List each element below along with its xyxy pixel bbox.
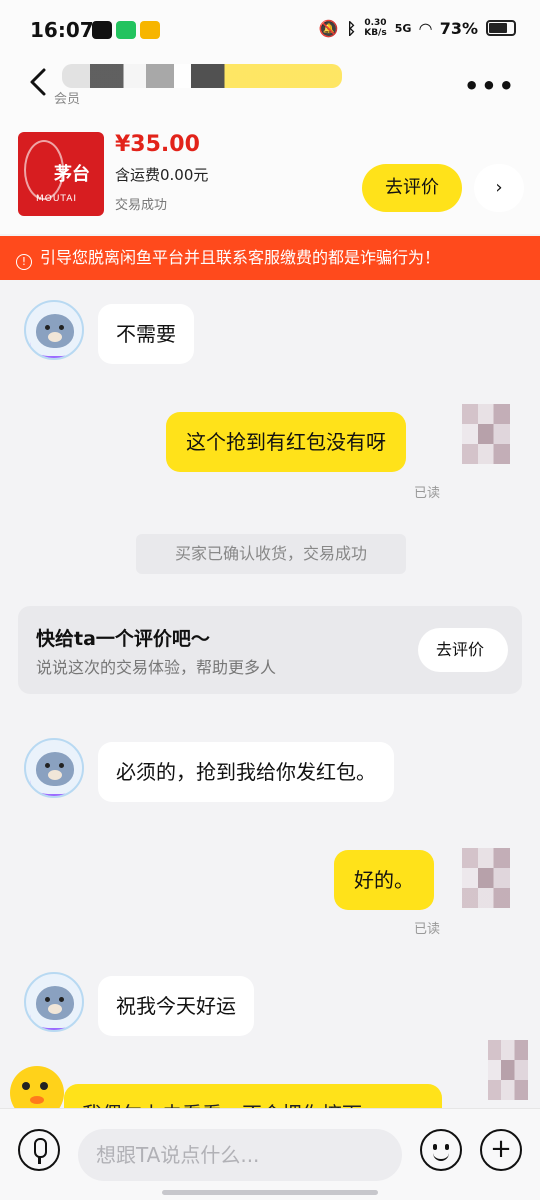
review-card-button[interactable]: 去评价 [418,628,508,672]
bluetooth-icon: ᛒ [346,18,357,38]
side-action-button[interactable]: › [474,164,524,212]
chat-header: 会员 ••• [0,58,540,116]
more-options-icon[interactable]: ••• [464,72,516,100]
app-notification-icon [140,21,160,39]
qq-icon [92,21,112,39]
voice-input-icon[interactable] [18,1129,60,1171]
message-input[interactable] [78,1129,402,1181]
status-time: 16:07 [30,18,94,42]
back-arrow-icon[interactable] [24,64,54,100]
fraud-warning-banner: ! 引导您脱离闲鱼平台并且联系客服缴费的都是诈骗行为！ [0,236,540,280]
mute-icon: 🔕 [318,18,339,38]
wechat-icon [116,21,136,39]
brand-logo-en: MOUTAI [36,194,78,204]
home-indicator [162,1190,378,1195]
system-notice: 买家已确认收货，交易成功 [136,534,406,574]
more-actions-icon[interactable]: + [480,1129,522,1171]
status-right: 🔕 ᛒ 0.30 KB/s 5G ◠ 73% [319,18,516,38]
my-avatar[interactable] [462,848,510,908]
deal-status: 交易成功 [115,198,168,213]
emoji-icon[interactable] [420,1129,462,1171]
shipping-fee: 含运费0.00元 [115,166,209,184]
review-prompt-card: 快给ta一个评价吧～ 说说这次的交易体验，帮助更多人 去评价 [18,606,522,694]
status-bar: 16:07 🔕 ᛒ 0.30 KB/s 5G ◠ 73% [0,0,540,58]
warning-text: 引导您脱离闲鱼平台并且联系客服缴费的都是诈骗行为！ [40,248,441,267]
product-thumbnail: 茅台 MOUTAI [18,132,104,216]
net-speed: 0.30 KB/s [364,18,387,38]
signal-label: 5G [394,21,412,35]
wifi-icon: ◠ [419,18,432,38]
message-input-bar: + [0,1108,540,1200]
message-bubble[interactable]: 祝我今天好运 [98,976,254,1036]
brand-logo-cn: 茅台 [54,164,90,185]
review-prompt-title: 快给ta一个评价吧～ [36,628,210,650]
battery-icon [486,20,516,36]
warning-icon: ! [16,254,32,270]
read-receipt: 已读 [414,922,441,937]
product-price: ¥35.00 [115,132,200,157]
go-review-button[interactable]: 去评价 [362,164,462,212]
message-bubble[interactable]: 必须的，抢到我给你发红包。 [98,742,394,802]
contact-subtitle: 会员 [54,92,81,107]
message-bubble[interactable]: 不需要 [98,304,194,364]
message-bubble[interactable]: 这个抢到有红包没有呀 [166,412,406,472]
my-avatar[interactable] [488,1040,528,1100]
seller-avatar[interactable] [24,300,84,360]
product-card[interactable]: 茅台 MOUTAI ¥35.00 含运费0.00元 交易成功 去评价 › [0,116,540,234]
my-avatar[interactable] [462,404,510,464]
battery-percent: 73% [439,18,478,38]
seller-avatar[interactable] [24,972,84,1032]
review-prompt-subtitle: 说说这次的交易体验，帮助更多人 [36,658,277,677]
seller-avatar[interactable] [24,738,84,798]
read-receipt: 已读 [414,486,441,501]
contact-name-redacted [62,64,342,88]
message-bubble[interactable]: 好的。 [334,850,434,910]
